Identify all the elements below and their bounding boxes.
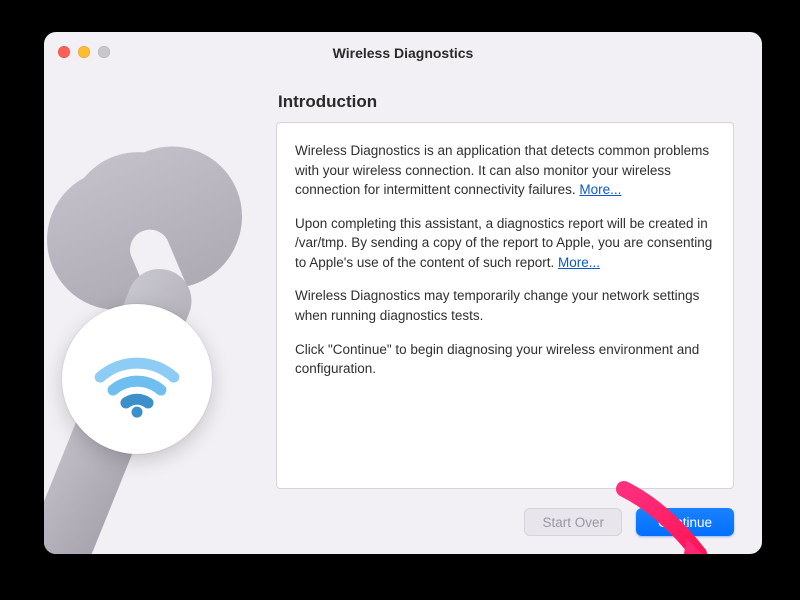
minimize-window-button[interactable] <box>78 46 90 58</box>
intro-paragraph-2: Upon completing this assistant, a diagno… <box>295 214 715 273</box>
continue-button[interactable]: Continue <box>636 508 734 536</box>
more-link-2[interactable]: More... <box>558 255 600 270</box>
intro-paragraph-1: Wireless Diagnostics is an application t… <box>295 141 715 200</box>
paragraph-text: Upon completing this assistant, a diagno… <box>295 216 712 270</box>
start-over-button: Start Over <box>524 508 622 536</box>
page-heading: Introduction <box>278 92 734 112</box>
titlebar: Wireless Diagnostics <box>44 32 762 75</box>
window-title: Wireless Diagnostics <box>333 45 474 61</box>
button-row: Start Over Continue <box>524 508 734 536</box>
wireless-diagnostics-window: Wireless Diagnostics <box>44 32 762 554</box>
paragraph-text: Wireless Diagnostics is an application t… <box>295 143 709 197</box>
more-link-1[interactable]: More... <box>579 182 621 197</box>
wrench-icon <box>44 134 284 554</box>
close-window-button[interactable] <box>58 46 70 58</box>
window-controls <box>58 46 110 58</box>
wifi-badge <box>62 304 212 454</box>
wifi-icon <box>91 333 183 425</box>
main-column: Introduction Wireless Diagnostics is an … <box>276 92 734 536</box>
intro-text-box: Wireless Diagnostics is an application t… <box>276 122 734 489</box>
zoom-window-button <box>98 46 110 58</box>
intro-paragraph-3: Wireless Diagnostics may temporarily cha… <box>295 286 715 325</box>
intro-paragraph-4: Click "Continue" to begin diagnosing you… <box>295 340 715 379</box>
content-area: Introduction Wireless Diagnostics is an … <box>44 74 762 554</box>
sidebar-illustration <box>44 134 264 554</box>
